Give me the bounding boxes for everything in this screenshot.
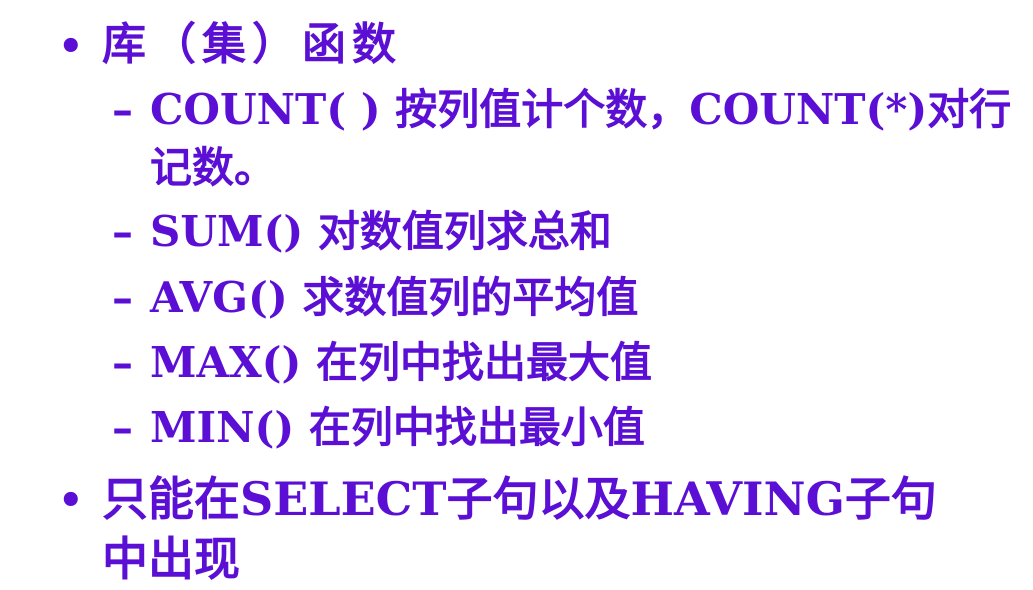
dash-marker: –: [112, 207, 133, 256]
bullet-text-aggregate-functions: 库（集）函数: [102, 19, 402, 70]
subitem-min: MIN() 在列中找出最小值: [150, 403, 645, 452]
bullet-text-select-having: 只能在SELECT子句以及HAVING子句: [102, 472, 937, 526]
subitem-count-continuation: 记数。: [150, 143, 277, 192]
dash-marker: –: [112, 338, 133, 387]
subitem-sum: SUM() 对数值列求总和: [150, 207, 612, 256]
slide: • 库（集）函数 – COUNT( ) 按列值计个数，COUNT(*)对行 记数…: [0, 0, 1033, 590]
dash-marker: –: [112, 273, 133, 322]
subitem-count: COUNT( ) 按列值计个数，COUNT(*)对行: [150, 85, 1012, 134]
bullet-marker: •: [58, 23, 84, 70]
bullet-marker: •: [58, 477, 84, 524]
dash-marker: –: [112, 85, 133, 134]
subitem-max: MAX() 在列中找出最大值: [150, 338, 653, 387]
dash-marker: –: [112, 403, 133, 452]
bullet-text-select-having-continuation: 中出现: [102, 532, 240, 586]
subitem-avg: AVG() 求数值列的平均值: [150, 273, 639, 322]
